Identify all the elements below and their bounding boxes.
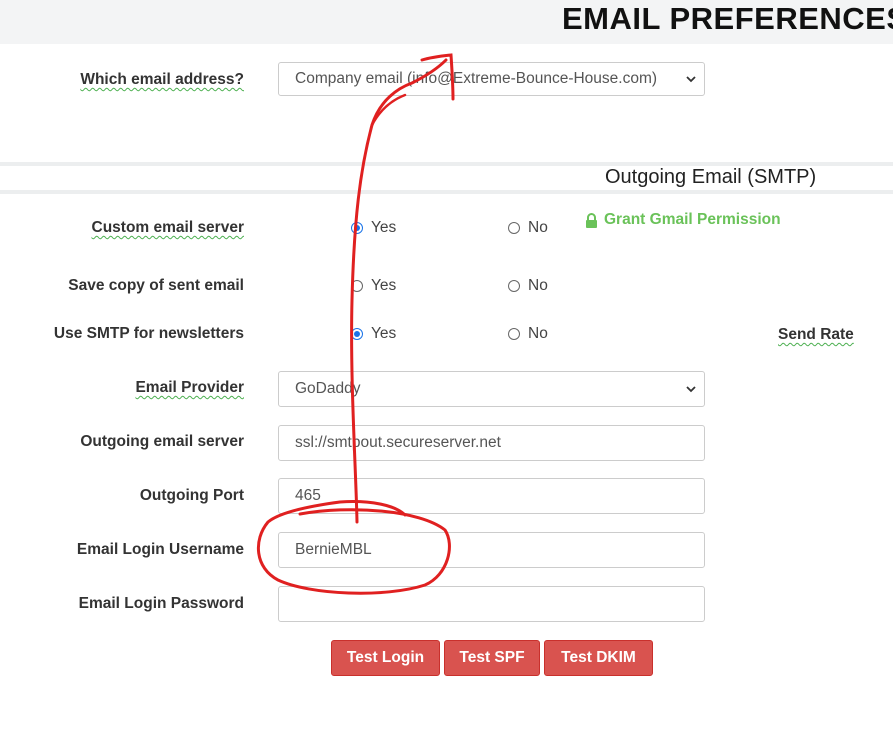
chevron-down-icon <box>686 76 696 83</box>
save-copy-yes[interactable]: Yes <box>351 277 396 295</box>
save-copy-label: Save copy of sent email <box>68 277 244 294</box>
login-username-label: Email Login Username <box>76 541 244 558</box>
outgoing-server-label: Outgoing email server <box>80 433 244 450</box>
smtp-newsletters-yes[interactable]: Yes <box>351 325 396 343</box>
outgoing-port-label: Outgoing Port <box>139 487 244 504</box>
save-copy-no[interactable]: No <box>508 277 548 295</box>
radio-label-no: No <box>528 219 548 236</box>
header-bar: EMAIL PREFERENCES <box>0 0 893 44</box>
section-divider-bottom <box>0 190 893 194</box>
email-provider-label: Email Provider <box>135 379 244 396</box>
outgoing-port-input[interactable]: 465 <box>278 478 705 514</box>
custom-server-yes[interactable]: Yes <box>351 219 396 237</box>
radio-unchecked[interactable] <box>351 280 363 292</box>
radio-checked[interactable] <box>351 222 363 234</box>
email-provider-value: GoDaddy <box>295 380 361 397</box>
page-title: EMAIL PREFERENCES <box>562 1 893 36</box>
custom-server-label: Custom email server <box>91 219 245 236</box>
custom-server-no[interactable]: No <box>508 219 548 237</box>
smtp-newsletters-no[interactable]: No <box>508 325 548 343</box>
lock-icon <box>586 212 597 228</box>
outgoing-server-input[interactable]: ssl://smtpout.secureserver.net <box>278 425 705 461</box>
annotation-arrow-loop <box>370 93 407 127</box>
email-address-label: Which email address? <box>80 71 244 88</box>
login-password-label: Email Login Password <box>78 595 244 612</box>
radio-unchecked[interactable] <box>508 328 520 340</box>
radio-label-yes: Yes <box>371 219 397 236</box>
radio-checked[interactable] <box>351 328 363 340</box>
email-provider-select[interactable]: GoDaddy <box>278 371 705 407</box>
radio-unchecked[interactable] <box>508 280 520 292</box>
chevron-down-icon <box>686 386 696 393</box>
radio-unchecked[interactable] <box>508 222 520 234</box>
grant-gmail-permission-link[interactable]: Grant Gmail Permission <box>585 211 781 229</box>
login-password-input[interactable] <box>278 586 705 622</box>
radio-label-yes: Yes <box>371 277 397 294</box>
send-rate-link[interactable]: Send Rate <box>778 326 854 344</box>
test-dkim-button[interactable]: Test DKIM <box>544 640 653 676</box>
email-address-value: Company email (info@Extreme-Bounce-House… <box>295 70 658 87</box>
radio-label-no: No <box>528 277 548 294</box>
login-username-input[interactable]: BernieMBL <box>278 532 705 568</box>
email-address-select[interactable]: Company email (info@Extreme-Bounce-House… <box>278 62 705 96</box>
test-login-button[interactable]: Test Login <box>331 640 440 676</box>
red-annotation <box>256 53 455 595</box>
radio-label-no: No <box>528 325 548 342</box>
smtp-newsletters-label: Use SMTP for newsletters <box>53 325 244 342</box>
radio-label-yes: Yes <box>371 325 397 342</box>
grant-gmail-label: Grant Gmail Permission <box>604 211 781 228</box>
test-spf-button[interactable]: Test SPF <box>444 640 540 676</box>
smtp-section-title: Outgoing Email (SMTP) <box>605 166 817 188</box>
